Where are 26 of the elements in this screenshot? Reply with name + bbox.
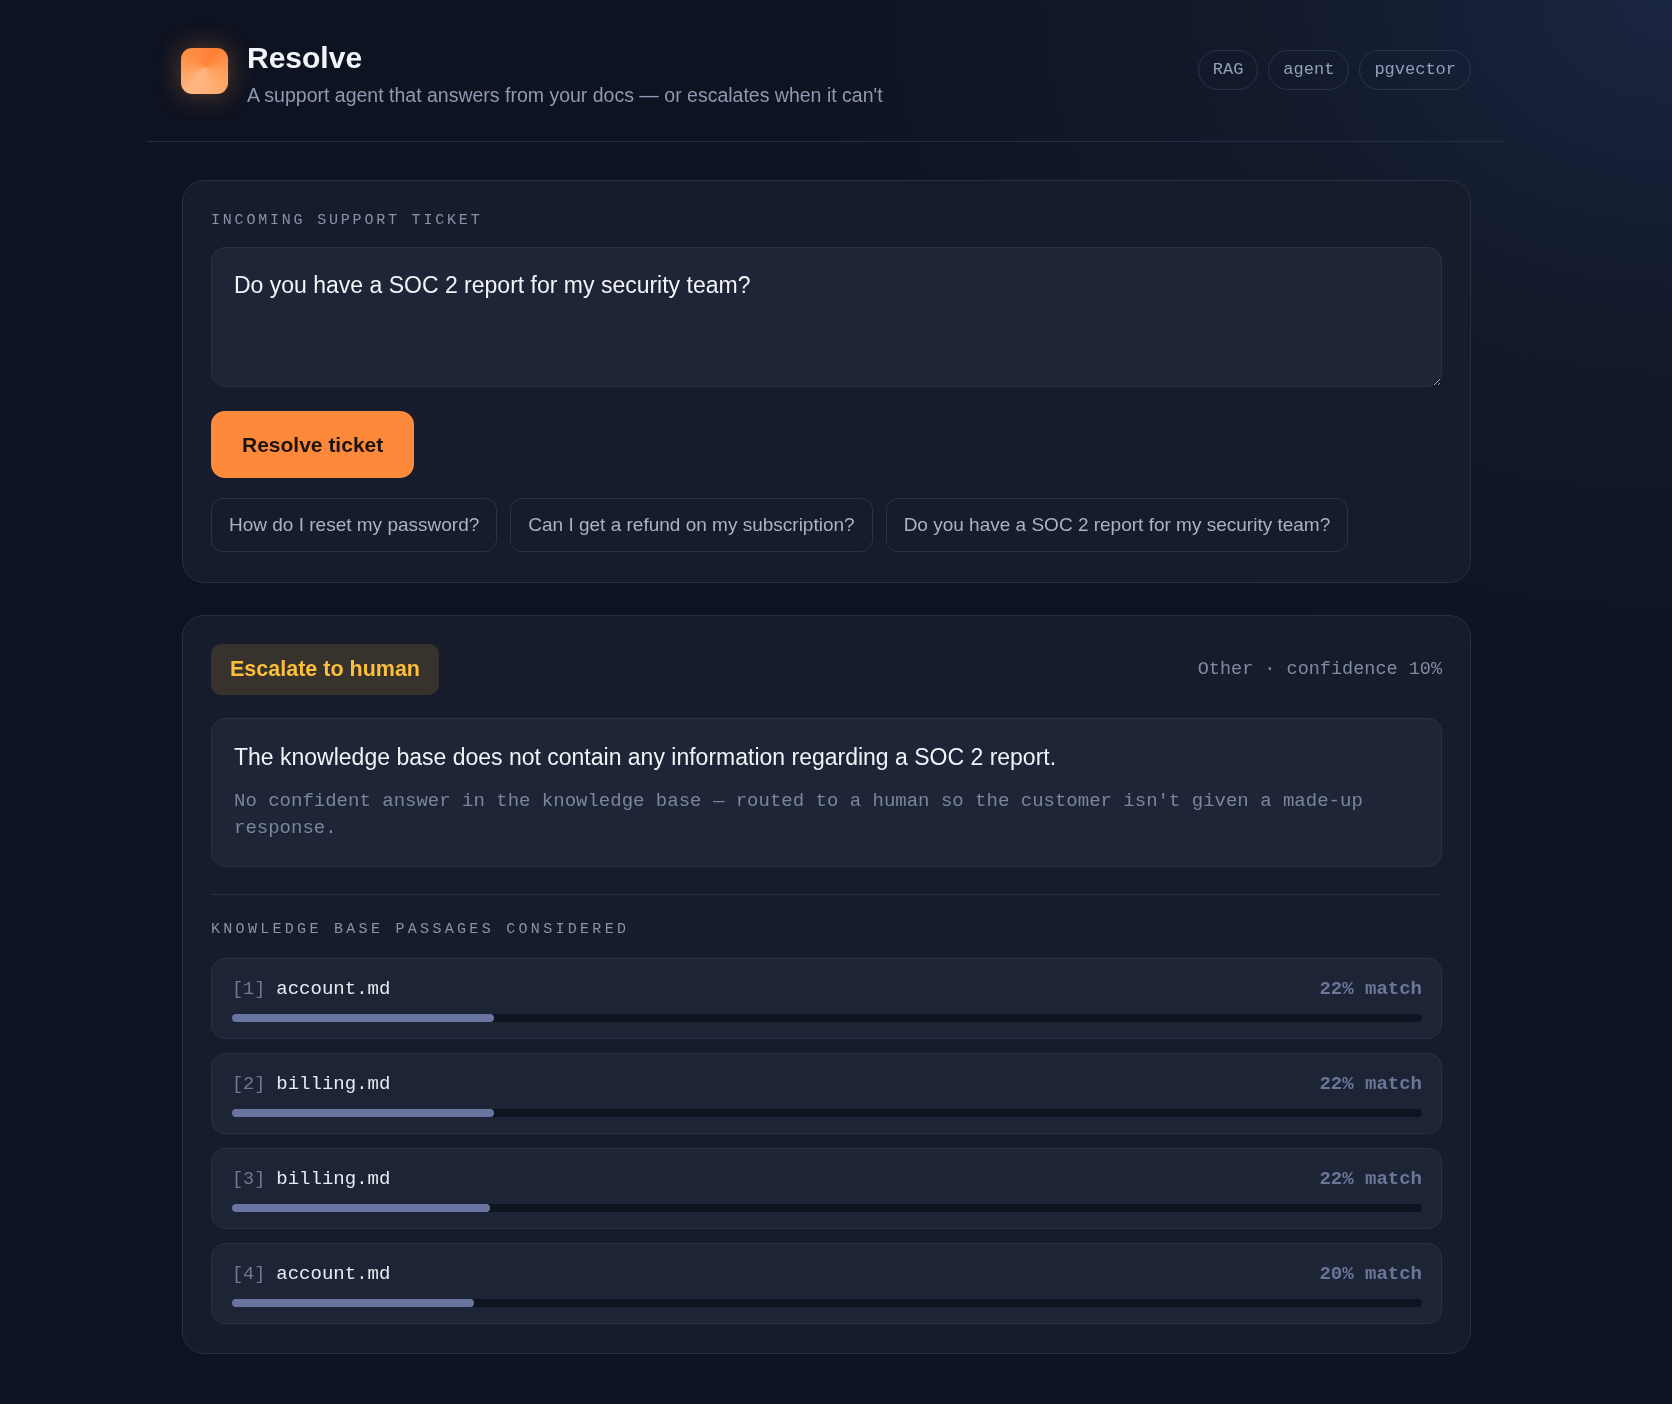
- answer-text: The knowledge base does not contain any information regarding a SOC 2 report.: [234, 743, 1058, 772]
- passage-source: billing.md: [276, 1167, 391, 1192]
- passage-source: account.md: [276, 977, 391, 1002]
- passage-index: [3]: [232, 1168, 266, 1192]
- passage-source: billing.md: [276, 1072, 391, 1097]
- passage-index: [4]: [232, 1263, 266, 1287]
- app-title: Resolve: [247, 40, 364, 76]
- example-question-button[interactable]: Do you have a SOC 2 report for my security team?: [885, 498, 1349, 552]
- example-question-button[interactable]: How do I reset my password?: [211, 498, 498, 552]
- passage-source: account.md: [276, 1262, 391, 1287]
- passage-index: [1]: [232, 978, 266, 1002]
- app-subtitle: A support agent that answers from your docs — or escalates when it can't: [247, 83, 883, 108]
- decision-badge: Escalate to human: [211, 644, 439, 695]
- resolve-button[interactable]: Resolve ticket: [211, 411, 415, 478]
- section-label: KNOWLEDGE BASE PASSAGES CONSIDERED: [211, 921, 631, 939]
- escalation-note: No confident answer in the knowledge base — routed to a human so the customer isn't given a made-up response.: [234, 789, 1364, 841]
- match-score: 20% match: [1319, 1262, 1422, 1287]
- section-label: INCOMING SUPPORT TICKET: [211, 212, 484, 230]
- match-score: 22% match: [1319, 1167, 1422, 1192]
- example-question-button[interactable]: Can I get a refund on my subscription?: [510, 498, 873, 552]
- confidence-meta: Other · confidence 10%: [1197, 659, 1442, 680]
- match-score: 22% match: [1319, 1072, 1422, 1097]
- match-score: 22% match: [1319, 977, 1422, 1002]
- passage-index: [2]: [232, 1073, 266, 1097]
- ticket-textarea[interactable]: Do you have a SOC 2 report for my security team?: [211, 247, 1442, 387]
- logo-icon: [181, 48, 228, 94]
